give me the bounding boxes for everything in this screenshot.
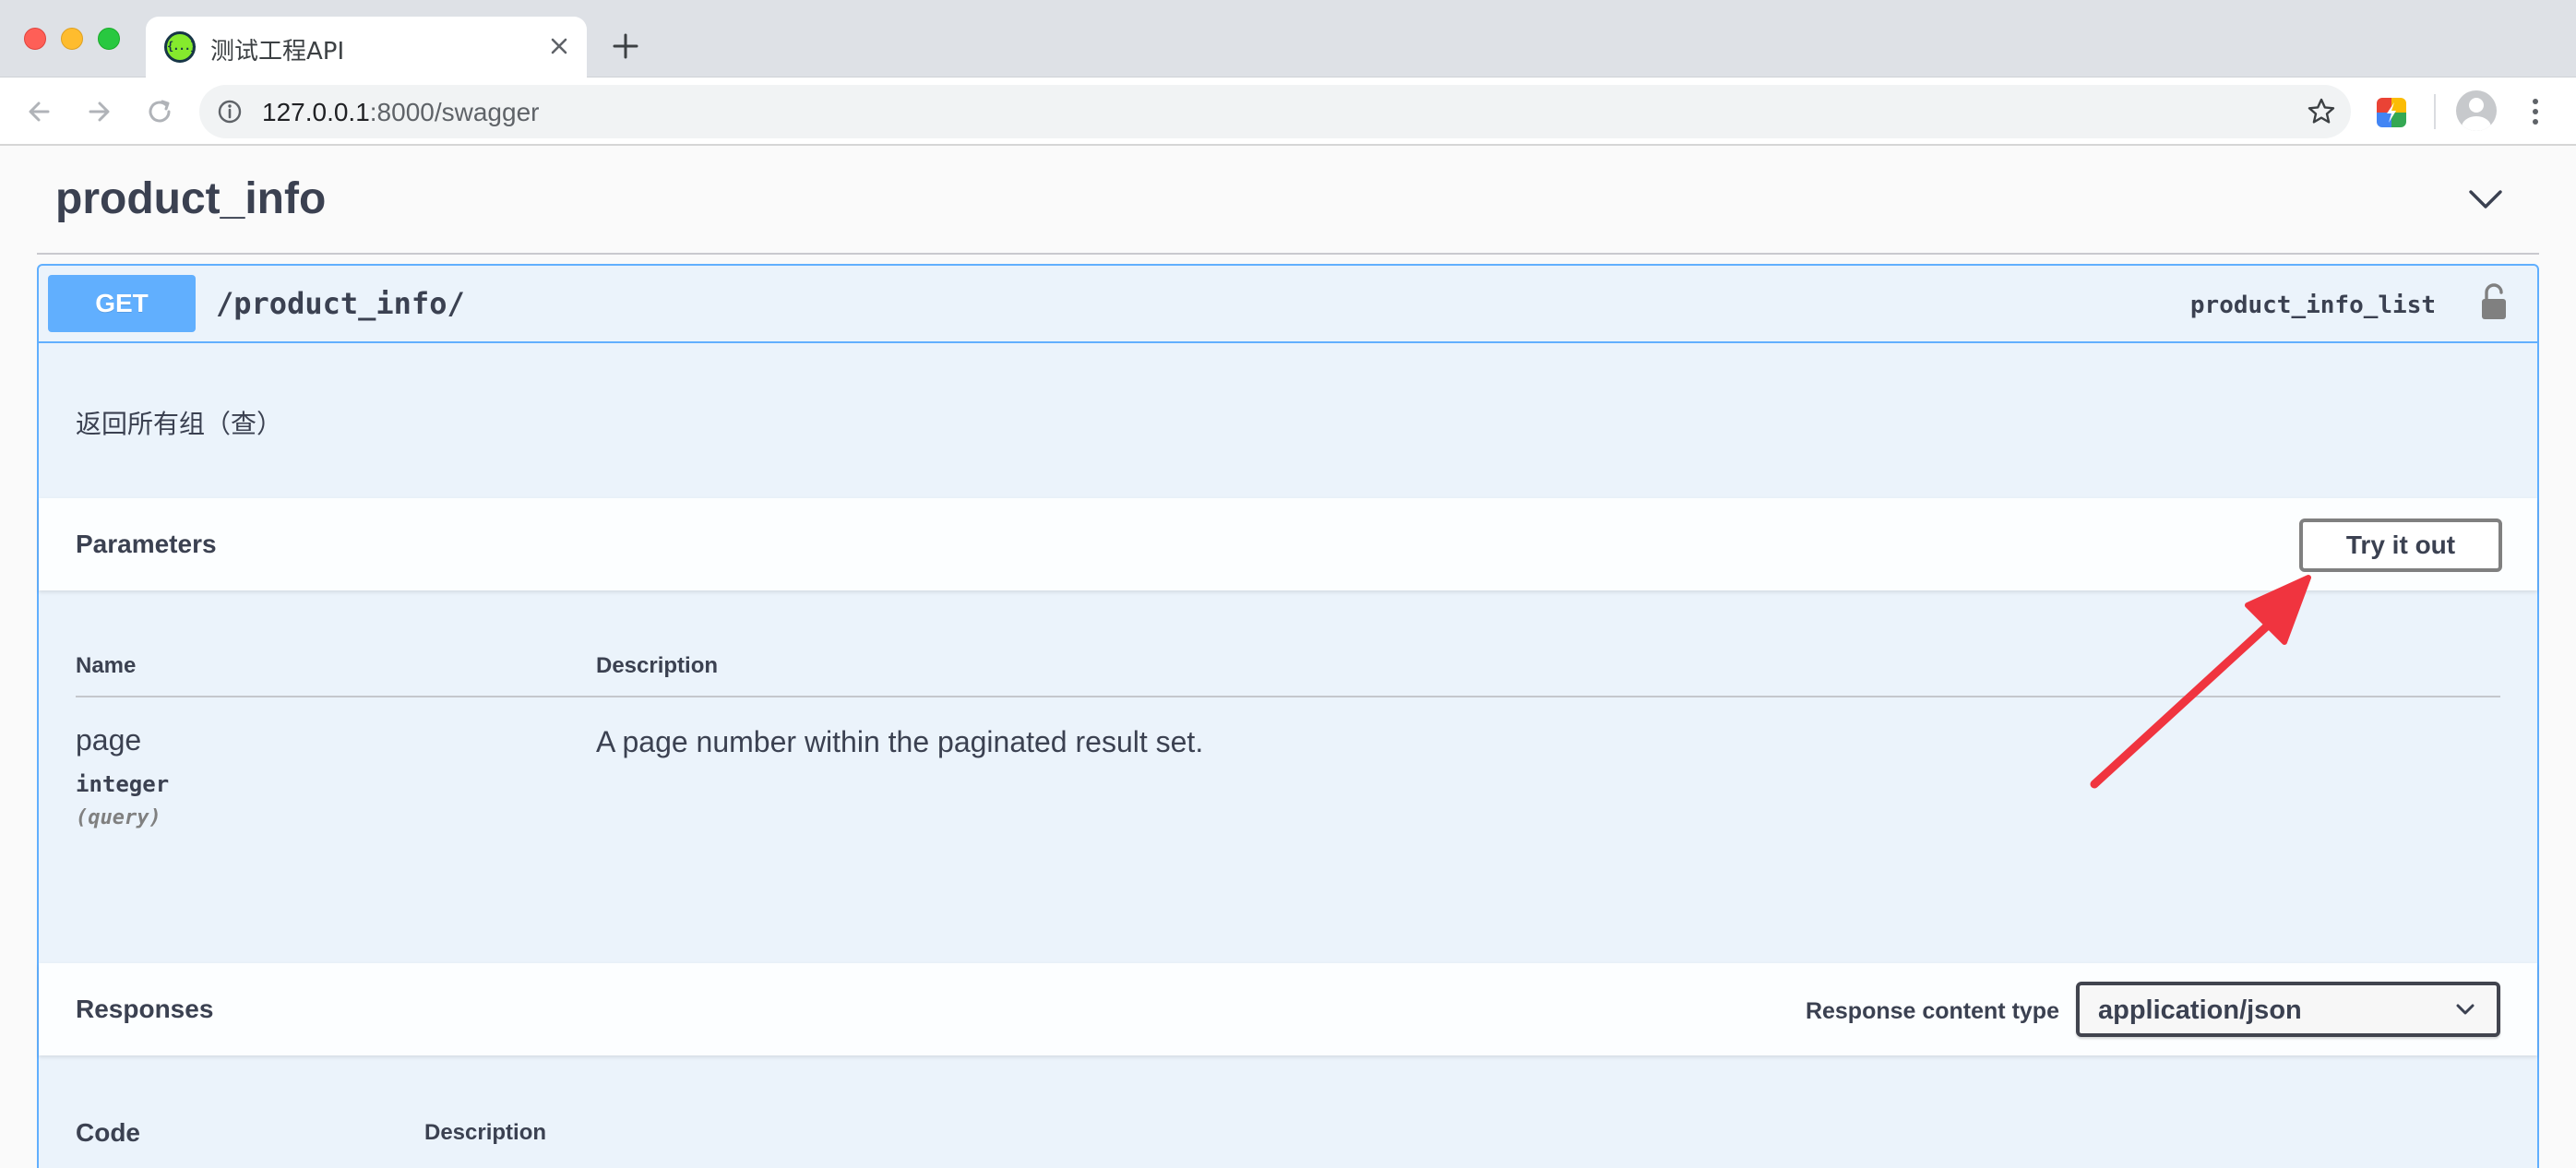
swagger-favicon-icon (164, 31, 196, 63)
operation-description: 返回所有组（查） (76, 409, 283, 439)
operation-block-get: GET /product_info/ product_info_list 返回所… (37, 264, 2539, 1168)
extension-icon[interactable] (2377, 98, 2406, 127)
toolbar-divider (2434, 94, 2436, 129)
browser-tab-active[interactable]: 测试工程API (146, 17, 587, 77)
response-content-type-value: application/json (2098, 995, 2302, 1025)
response-content-type-select[interactable]: application/json (2076, 982, 2500, 1037)
site-info-icon[interactable] (216, 98, 244, 125)
reload-icon[interactable] (140, 92, 179, 131)
new-tab-plus-icon[interactable] (605, 26, 646, 66)
chevron-down-icon (2456, 1004, 2475, 1015)
tag-title: product_info (55, 174, 327, 223)
tag-section-header[interactable]: product_info (37, 146, 2539, 255)
try-it-out-button[interactable]: Try it out (2299, 518, 2502, 572)
response-content-type-label: Response content type (1805, 998, 2059, 1024)
window-maximize-button[interactable] (98, 28, 120, 50)
browser-tabstrip: 测试工程API (0, 0, 2576, 77)
window-close-button[interactable] (24, 28, 46, 50)
responses-description-column-header: Description (424, 1120, 547, 1145)
parameter-type: integer (76, 771, 170, 797)
parameters-header: Parameters Try it out (39, 498, 2537, 590)
operation-id: product_info_list (2189, 292, 2436, 319)
chevron-down-icon[interactable] (2465, 183, 2506, 216)
bookmark-star-icon[interactable] (2305, 95, 2338, 128)
parameters-title: Parameters (76, 530, 217, 558)
url-path: :8000/swagger (369, 98, 540, 126)
parameter-location: (query) (76, 806, 161, 829)
parameters-table-divider (76, 696, 2500, 697)
swagger-page: product_info GET /product_info/ product_… (0, 146, 2576, 1168)
url-host: 127.0.0.1 (262, 98, 370, 126)
responses-code-column-header: Code (76, 1118, 140, 1147)
kebab-menu-icon[interactable] (2521, 94, 2550, 129)
responses-header: Responses Response content type applicat… (39, 963, 2537, 1055)
unlocked-lock-icon[interactable] (2478, 282, 2510, 323)
url-text[interactable]: 127.0.0.1:8000/swagger (262, 98, 539, 127)
operation-summary[interactable]: GET /product_info/ product_info_list (39, 266, 2537, 343)
address-bar[interactable]: 127.0.0.1:8000/swagger (199, 85, 2351, 138)
parameters-description-column-header: Description (596, 653, 719, 678)
parameter-description: A page number within the paginated resul… (596, 725, 1204, 758)
parameter-name: page (76, 723, 142, 757)
window-minimize-button[interactable] (61, 28, 83, 50)
profile-avatar[interactable] (2456, 90, 2497, 131)
browser-toolbar: 127.0.0.1:8000/swagger (0, 77, 2576, 146)
responses-title: Responses (76, 995, 214, 1023)
forward-arrow-icon[interactable] (79, 92, 118, 131)
operation-path: /product_info/ (216, 286, 465, 321)
back-arrow-icon[interactable] (20, 92, 59, 131)
close-icon[interactable] (543, 30, 576, 63)
http-method-badge: GET (48, 275, 196, 332)
parameters-name-column-header: Name (76, 653, 137, 678)
tab-title: 测试工程API (210, 38, 345, 66)
